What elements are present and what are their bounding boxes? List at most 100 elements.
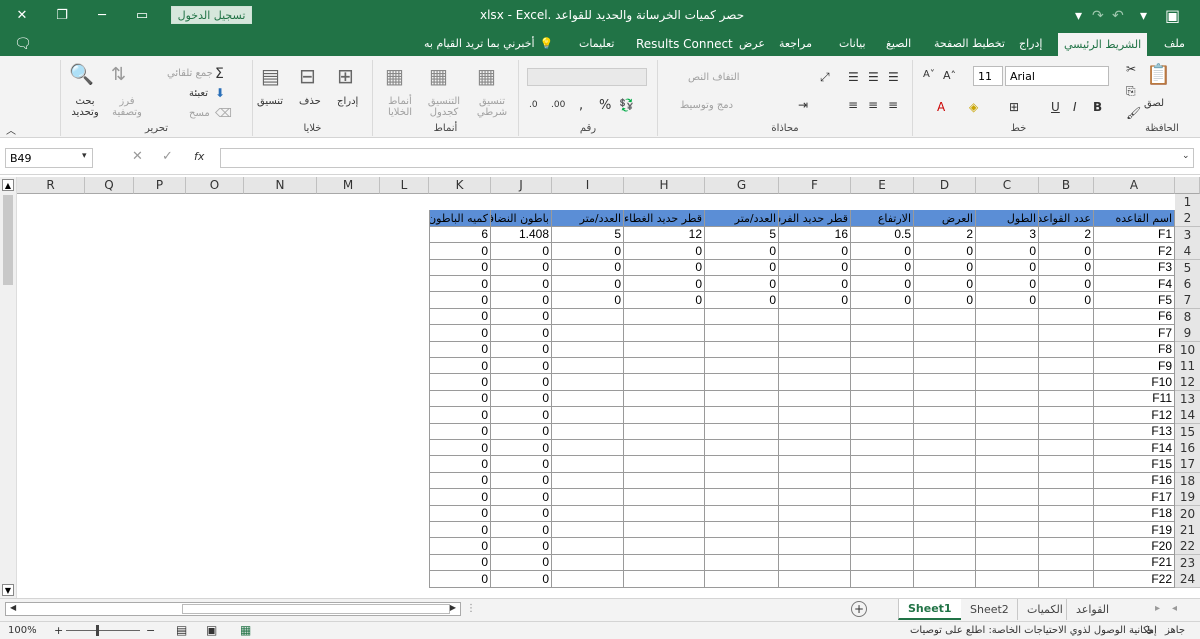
close-icon[interactable]: ✕: [0, 0, 44, 31]
table-cell[interactable]: [705, 407, 779, 424]
column-header-q[interactable]: Q: [85, 177, 134, 194]
table-cell[interactable]: [624, 390, 705, 408]
table-cell[interactable]: 0: [491, 407, 552, 424]
table-cell[interactable]: [779, 407, 851, 424]
table-cell[interactable]: 0: [491, 341, 552, 358]
sheet-tab-kamiyat[interactable]: الكميات: [1017, 599, 1072, 620]
table-cell[interactable]: [779, 522, 851, 539]
row-header-19[interactable]: 19: [1175, 489, 1200, 507]
table-cell[interactable]: 2: [1039, 226, 1094, 244]
table-cell[interactable]: [779, 489, 851, 506]
table-cell[interactable]: [976, 423, 1039, 440]
table-header-cell[interactable]: باطون النضافة: [491, 210, 552, 227]
table-cell[interactable]: [705, 489, 779, 506]
table-cell[interactable]: [779, 308, 851, 326]
table-cell[interactable]: 0: [491, 390, 552, 408]
table-cell[interactable]: 0: [1039, 243, 1094, 260]
table-cell[interactable]: [1039, 456, 1094, 473]
percent-button[interactable]: %: [599, 98, 611, 113]
row-header-9[interactable]: 9: [1175, 325, 1200, 343]
table-cell[interactable]: [705, 538, 779, 555]
delete-cells-icon[interactable]: ⊟: [299, 64, 316, 88]
minimize-icon[interactable]: ─: [80, 0, 124, 31]
table-cell[interactable]: 0: [976, 292, 1039, 309]
shrink-font-icon[interactable]: A˅: [923, 69, 935, 80]
table-cell[interactable]: 0: [624, 292, 705, 309]
table-cell[interactable]: [976, 472, 1039, 490]
align-center-icon[interactable]: ≡: [868, 98, 878, 112]
column-header-h[interactable]: H: [624, 177, 705, 194]
table-cell[interactable]: [779, 505, 851, 522]
table-cell[interactable]: [976, 554, 1039, 572]
name-box-dropdown-icon[interactable]: ▾: [82, 151, 87, 161]
table-cell[interactable]: 0: [914, 243, 976, 260]
copy-icon[interactable]: ⎘: [1126, 84, 1136, 99]
font-name-select[interactable]: Arial: [1005, 66, 1109, 86]
table-cell[interactable]: [914, 505, 976, 522]
tab-review[interactable]: مراجعة: [773, 31, 818, 56]
row-header-4[interactable]: 4: [1175, 243, 1200, 261]
autosum-icon[interactable]: Σ: [215, 66, 224, 82]
column-header-j[interactable]: J: [491, 177, 552, 194]
footing-name-cell[interactable]: F3: [1094, 259, 1175, 276]
table-cell[interactable]: 0: [429, 259, 491, 276]
table-cell[interactable]: [1039, 308, 1094, 326]
increase-decimal-icon[interactable]: .00: [551, 100, 565, 110]
page-break-view-icon[interactable]: ▤: [176, 623, 187, 637]
table-cell[interactable]: [705, 505, 779, 522]
table-cell[interactable]: 5: [552, 226, 624, 244]
footing-name-cell[interactable]: F12: [1094, 407, 1175, 424]
table-cell[interactable]: [914, 341, 976, 358]
row-header-21[interactable]: 21: [1175, 522, 1200, 539]
table-cell[interactable]: [851, 522, 914, 539]
table-cell[interactable]: [914, 325, 976, 342]
table-cell[interactable]: 0: [705, 243, 779, 260]
tell-me-search[interactable]: أخبرني بما تريد القيام به 💡: [418, 31, 559, 56]
table-cell[interactable]: [914, 440, 976, 457]
table-cell[interactable]: [779, 472, 851, 490]
format-table-button[interactable]: التنسيق كجدول: [421, 96, 467, 118]
table-cell[interactable]: [705, 325, 779, 342]
table-cell[interactable]: [624, 571, 705, 588]
table-cell[interactable]: 0: [624, 243, 705, 260]
align-left-icon[interactable]: ≡: [848, 98, 858, 112]
table-cell[interactable]: [552, 308, 624, 326]
table-cell[interactable]: [1039, 571, 1094, 588]
table-cell[interactable]: [851, 374, 914, 391]
table-cell[interactable]: 0: [491, 308, 552, 326]
table-cell[interactable]: 0: [976, 276, 1039, 293]
table-cell[interactable]: [976, 538, 1039, 555]
table-cell[interactable]: 0: [491, 292, 552, 309]
column-header-b[interactable]: B: [1039, 177, 1094, 194]
row-header-17[interactable]: 17: [1175, 456, 1200, 474]
table-cell[interactable]: 0: [429, 276, 491, 293]
align-top-icon[interactable]: ☰: [848, 70, 859, 84]
undo-icon[interactable]: ↶: [1112, 0, 1124, 31]
table-cell[interactable]: 0: [491, 571, 552, 588]
row-header-11[interactable]: 11: [1175, 358, 1200, 375]
column-header-o[interactable]: O: [186, 177, 244, 194]
row-header-22[interactable]: 22: [1175, 538, 1200, 556]
table-cell[interactable]: 0: [1039, 276, 1094, 293]
table-cell[interactable]: [624, 341, 705, 358]
table-cell[interactable]: 0: [552, 276, 624, 293]
grow-font-icon[interactable]: A˄: [943, 69, 956, 82]
collapse-ribbon-icon[interactable]: ︿: [6, 122, 16, 137]
table-cell[interactable]: 0: [491, 259, 552, 276]
table-cell[interactable]: [976, 341, 1039, 358]
fill-color-icon[interactable]: ◈: [969, 100, 978, 114]
fill-icon[interactable]: ⬇: [215, 86, 225, 100]
tab-page-layout[interactable]: تخطيط الصفحة: [928, 31, 1011, 56]
table-cell[interactable]: 0: [429, 308, 491, 326]
footing-name-cell[interactable]: F6: [1094, 308, 1175, 326]
accessibility-status[interactable]: إمكانية الوصول لذوي الاحتياجات الخاصة: ا…: [910, 625, 1157, 636]
sort-filter-icon[interactable]: ⇅: [111, 64, 126, 85]
font-size-select[interactable]: 11: [973, 66, 1003, 86]
footing-name-cell[interactable]: F10: [1094, 374, 1175, 391]
merge-center-button[interactable]: دمج وتوسيط: [680, 100, 733, 111]
table-cell[interactable]: [705, 308, 779, 326]
table-cell[interactable]: [552, 374, 624, 391]
horizontal-scroll-thumb[interactable]: [182, 604, 450, 614]
table-cell[interactable]: 0: [705, 276, 779, 293]
table-cell[interactable]: [1039, 489, 1094, 506]
